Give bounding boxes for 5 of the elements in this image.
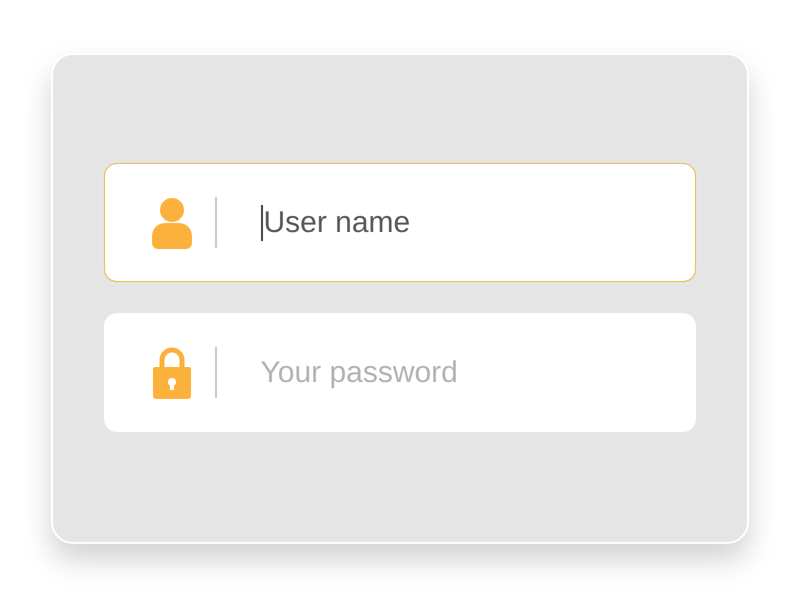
password-field[interactable]: Your password (260, 356, 640, 390)
text-cursor (260, 204, 262, 240)
username-field[interactable]: User name (264, 206, 644, 240)
user-icon (150, 196, 194, 248)
lock-icon (151, 346, 193, 400)
